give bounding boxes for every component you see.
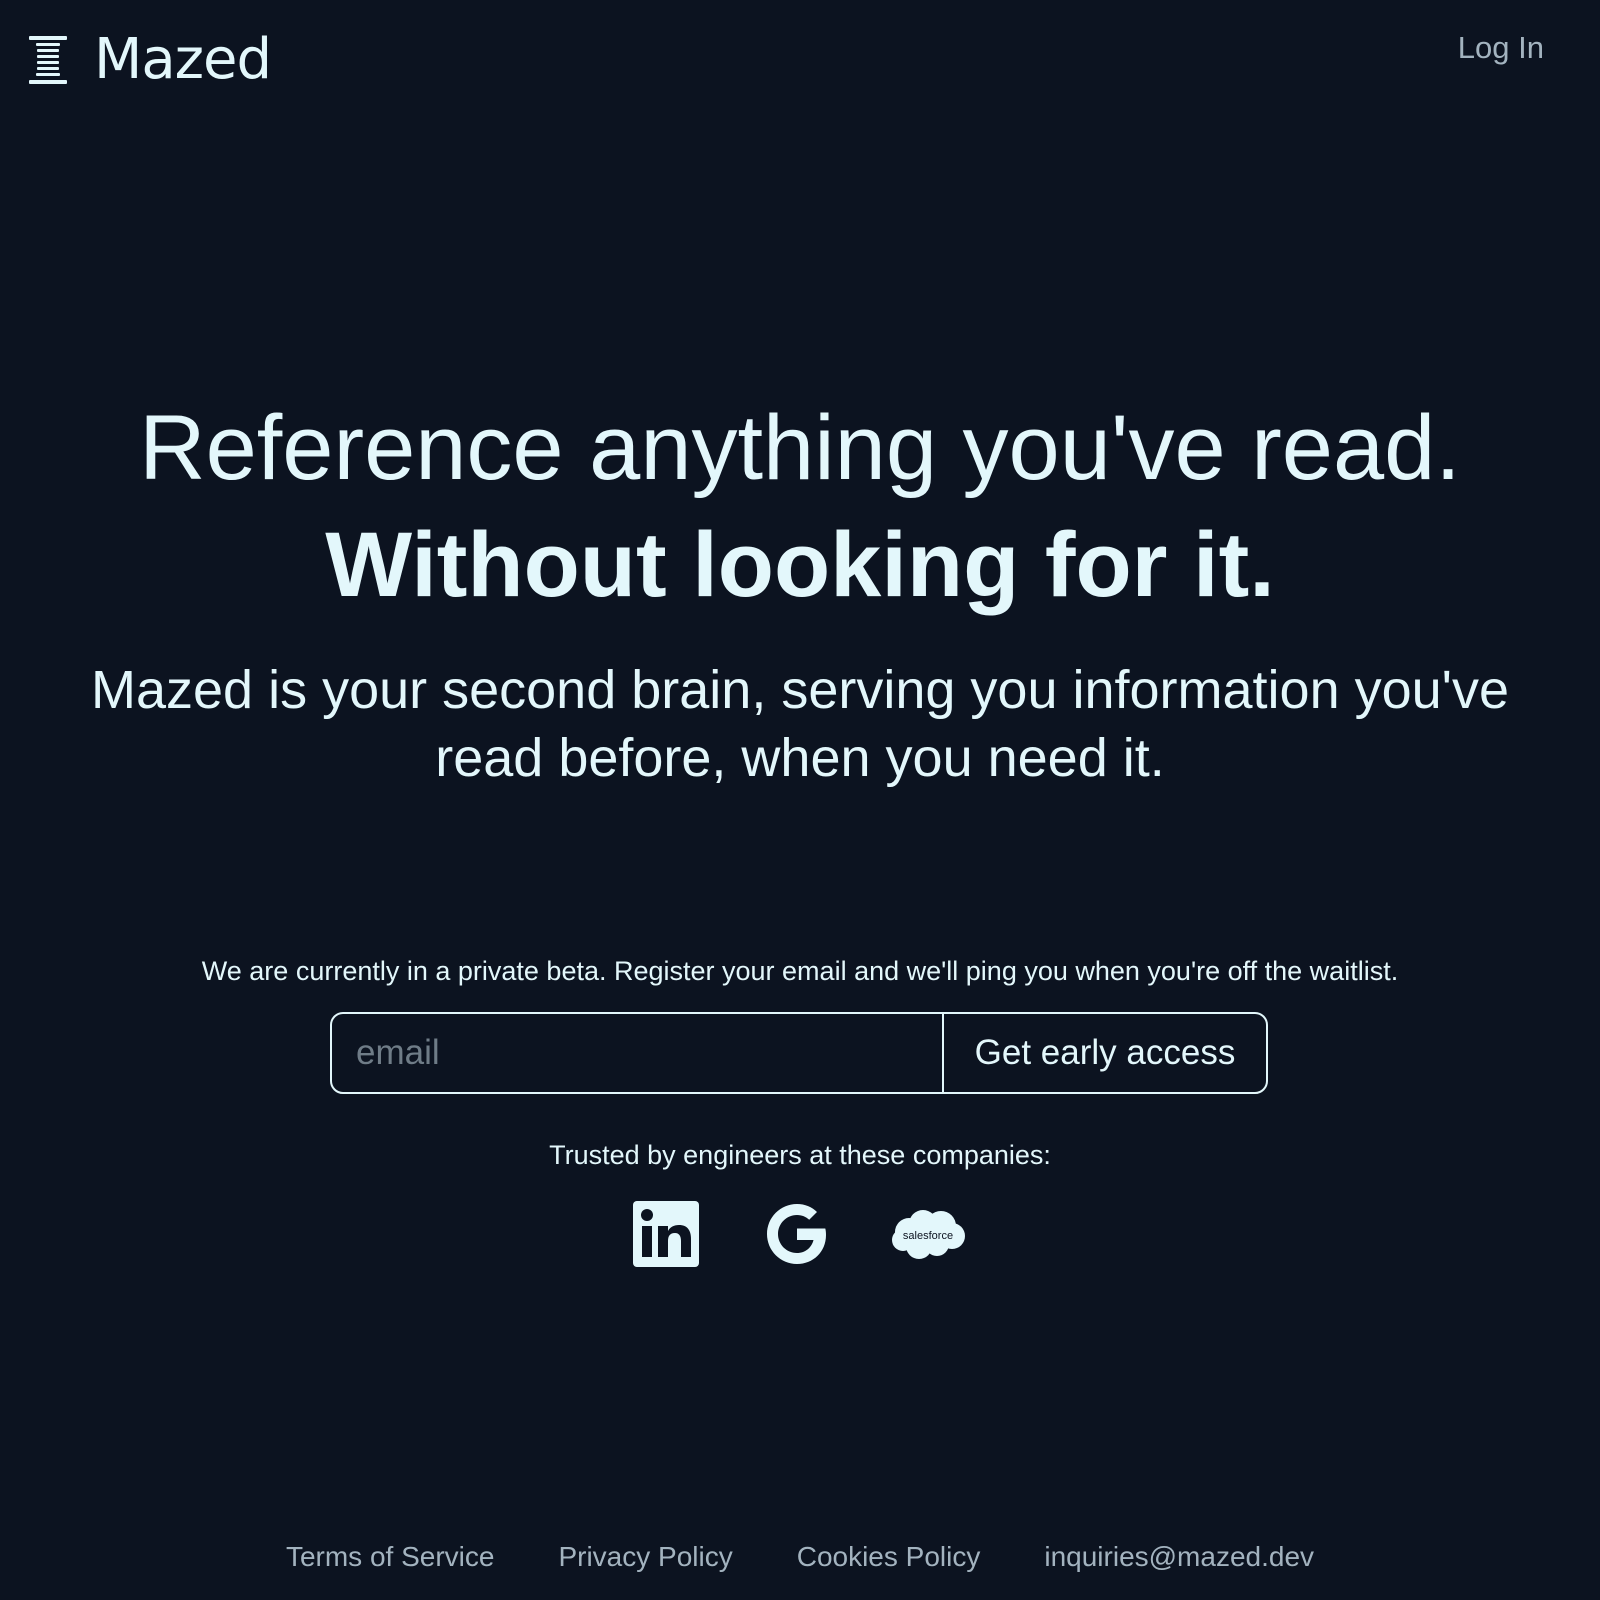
email-input[interactable]	[332, 1014, 942, 1092]
google-logo-icon	[767, 1204, 826, 1264]
brand-logo[interactable]: Mazed	[28, 27, 272, 92]
company-logos: salesforce	[0, 1198, 1600, 1270]
linkedin-logo-icon	[633, 1201, 699, 1267]
beta-notice: We are currently in a private beta. Regi…	[201, 956, 1399, 986]
signup-form: Get early access	[330, 1012, 1268, 1094]
get-early-access-button[interactable]: Get early access	[942, 1014, 1266, 1092]
contact-email-link[interactable]: inquiries@mazed.dev	[1044, 1540, 1314, 1574]
login-link[interactable]: Log In	[1458, 30, 1544, 66]
cookies-policy-link[interactable]: Cookies Policy	[797, 1540, 981, 1574]
spool-icon	[29, 36, 67, 84]
salesforce-wordmark: salesforce	[903, 1230, 953, 1242]
privacy-policy-link[interactable]: Privacy Policy	[558, 1540, 732, 1574]
trusted-label: Trusted by engineers at these companies:	[549, 1140, 1051, 1170]
terms-of-service-link[interactable]: Terms of Service	[286, 1540, 495, 1574]
footer: Terms of Service Privacy Policy Cookies …	[0, 1540, 1600, 1574]
brand-name: Mazed	[94, 27, 272, 92]
headline-primary: Reference anything you've read.	[139, 397, 1461, 499]
headline-secondary: Without looking for it.	[325, 514, 1275, 616]
salesforce-logo-icon: salesforce	[892, 1210, 965, 1259]
subheadline: Mazed is your second brain, serving you …	[90, 660, 1510, 788]
